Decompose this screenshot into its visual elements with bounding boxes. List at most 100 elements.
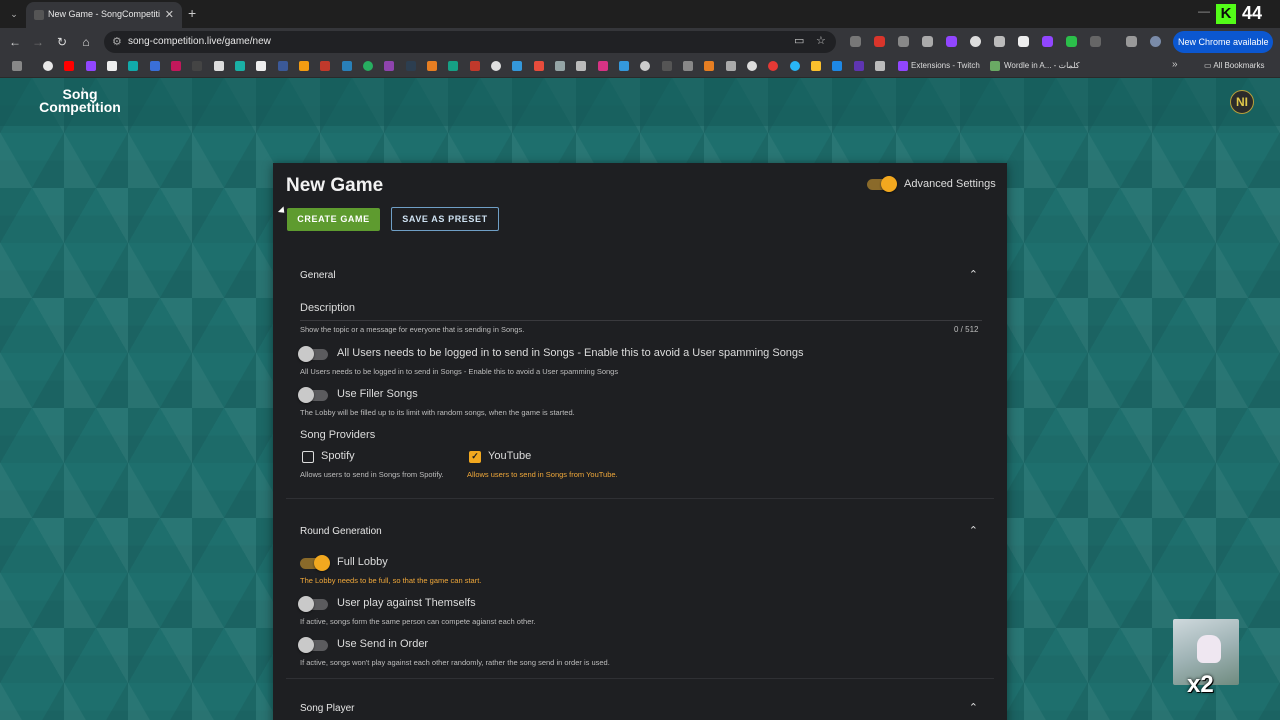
browser-toolbar: ← → ↻ ⌂ ⚙ song-competition.live/game/new… (0, 28, 1280, 56)
bookmark-site-26-icon[interactable] (576, 61, 586, 71)
apps-grid-icon[interactable] (12, 61, 22, 71)
extension-8-icon[interactable] (1018, 36, 1029, 47)
toggle-thumb (298, 596, 314, 612)
full-lobby-toggle[interactable] (298, 555, 330, 571)
bookmark-site-24-icon[interactable] (534, 61, 544, 71)
user-avatar[interactable]: NI (1230, 90, 1254, 114)
new-chrome-available-button[interactable]: New Chrome available (1173, 31, 1273, 53)
extensions-puzzle-icon[interactable] (1090, 36, 1101, 47)
tab-close-icon[interactable]: ✕ (165, 8, 174, 21)
bookmark-site-32-icon[interactable] (704, 61, 714, 71)
bookmarks-overflow-chevron-icon[interactable]: » (1172, 59, 1178, 70)
extension-7-icon[interactable] (994, 36, 1005, 47)
bookmark-wikipedia-icon[interactable] (256, 61, 266, 71)
bookmark-star-icon[interactable]: ☆ (816, 34, 826, 47)
tab-search-chevron-icon[interactable]: ⌄ (6, 6, 22, 22)
bookmark-site-21-icon[interactable] (470, 61, 480, 71)
bookmark-site-39-icon[interactable] (854, 61, 864, 71)
filler-songs-hint: The Lobby will be filled up to its limit… (300, 408, 575, 417)
filler-songs-toggle[interactable] (298, 387, 330, 403)
self-play-toggle[interactable] (298, 596, 330, 612)
youtube-checkbox[interactable]: ✓ (469, 451, 481, 463)
bookmark-site-15-icon[interactable] (342, 61, 352, 71)
bookmark-site-38-icon[interactable] (832, 61, 842, 71)
bookmark-youtube-icon[interactable] (64, 61, 74, 71)
kick-logo-icon: K (1216, 4, 1236, 24)
bookmark-site-8-icon[interactable] (192, 61, 202, 71)
create-game-button[interactable]: CREATE GAME (287, 208, 380, 231)
all-bookmarks-folder[interactable]: ▭ All Bookmarks (1204, 61, 1264, 70)
window-minimize-icon[interactable]: — (1198, 4, 1210, 18)
bookmark-site-17-icon[interactable] (384, 61, 394, 71)
browser-tabstrip: ⌄ New Game - SongCompetition ✕ + — K 44 (0, 0, 1280, 28)
bookmark-site-33-icon[interactable] (726, 61, 736, 71)
new-tab-icon[interactable]: + (188, 5, 196, 21)
general-section-header[interactable]: General ⌃ (286, 265, 994, 289)
bookmark-site-37-icon[interactable] (811, 61, 821, 71)
bookmark-site-18-icon[interactable] (406, 61, 416, 71)
site-info-icon[interactable]: ⚙ (112, 35, 122, 48)
bookmark-site-35-icon[interactable] (768, 61, 778, 71)
bookmark-site-27-icon[interactable] (598, 61, 608, 71)
bookmark-extension-icon (898, 61, 908, 71)
profile-avatar-icon[interactable] (1150, 36, 1161, 47)
bookmark-site-9-icon[interactable] (214, 61, 224, 71)
new-game-card: New Game CREATE GAME SAVE AS PRESET Adva… (273, 163, 1007, 720)
send-in-order-toggle[interactable] (298, 637, 330, 653)
bookmark-site-16-icon[interactable] (363, 61, 373, 71)
extension-2-icon[interactable] (874, 36, 885, 47)
bookmark-site-40-icon[interactable] (875, 61, 885, 71)
extension-4-icon[interactable] (922, 36, 933, 47)
extension-1-icon[interactable] (850, 36, 861, 47)
bookmark-site-31-icon[interactable] (683, 61, 693, 71)
extension-6-icon[interactable] (970, 36, 981, 47)
bookmark-wordle[interactable]: Wordle in A... - كلمات (1004, 61, 1080, 70)
extension-10-icon[interactable] (1066, 36, 1077, 47)
toggle-thumb (298, 637, 314, 653)
extension-9-icon[interactable] (1042, 36, 1053, 47)
bookmark-site-10-icon[interactable] (235, 61, 245, 71)
bookmark-amazon-icon[interactable] (107, 61, 117, 71)
bookmark-site-25-icon[interactable] (555, 61, 565, 71)
description-input[interactable] (300, 320, 982, 321)
bookmark-site-13-icon[interactable] (299, 61, 309, 71)
bookmark-google-icon[interactable] (43, 61, 53, 71)
bookmark-site-36-icon[interactable] (790, 61, 800, 71)
song-competition-logo[interactable]: Song ♪ Competition (30, 85, 130, 114)
bookmark-site-5-icon[interactable] (128, 61, 138, 71)
extension-3-icon[interactable] (898, 36, 909, 47)
bookmark-site-22-icon[interactable] (491, 61, 501, 71)
spotify-checkbox[interactable] (302, 451, 314, 463)
back-icon[interactable]: ← (7, 34, 23, 50)
address-bar[interactable]: ⚙ song-competition.live/game/new ▭ ☆ (104, 31, 836, 53)
login-required-toggle[interactable] (298, 346, 330, 362)
save-as-preset-button[interactable]: SAVE AS PRESET (391, 207, 499, 231)
bookmark-site-14-icon[interactable] (320, 61, 330, 71)
bookmark-site-29-icon[interactable] (640, 61, 650, 71)
bookmark-site-7-icon[interactable] (171, 61, 181, 71)
round-generation-section-header[interactable]: Round Generation ⌃ (286, 521, 994, 545)
reload-icon[interactable]: ↻ (54, 34, 70, 50)
home-icon[interactable]: ⌂ (78, 34, 94, 50)
bookmark-site-20-icon[interactable] (448, 61, 458, 71)
bookmark-extensions-twitch[interactable]: Extensions - Twitch (911, 61, 980, 70)
section-divider (286, 678, 994, 679)
song-player-section-header[interactable]: Song Player ⌃ (286, 698, 994, 720)
song-providers-label: Song Providers (300, 429, 376, 441)
bookmark-twitch-icon[interactable] (86, 61, 96, 71)
bookmark-site-34-icon[interactable] (747, 61, 757, 71)
downloads-icon[interactable] (1126, 36, 1137, 47)
install-app-icon[interactable]: ▭ (794, 34, 804, 47)
self-play-label: User play against Themselfs (337, 597, 476, 609)
advanced-settings-toggle[interactable] (865, 176, 897, 192)
bookmark-site-23-icon[interactable] (512, 61, 522, 71)
bookmark-site-30-icon[interactable] (662, 61, 672, 71)
extension-5-icon[interactable] (946, 36, 957, 47)
bookmark-site-28-icon[interactable] (619, 61, 629, 71)
bookmark-site-12-icon[interactable] (278, 61, 288, 71)
description-counter: 0 / 512 (954, 325, 979, 334)
forward-icon[interactable]: → (30, 34, 46, 50)
bookmark-site-6-icon[interactable] (150, 61, 160, 71)
browser-tab-active[interactable]: New Game - SongCompetition ✕ (26, 2, 182, 28)
bookmark-site-19-icon[interactable] (427, 61, 437, 71)
